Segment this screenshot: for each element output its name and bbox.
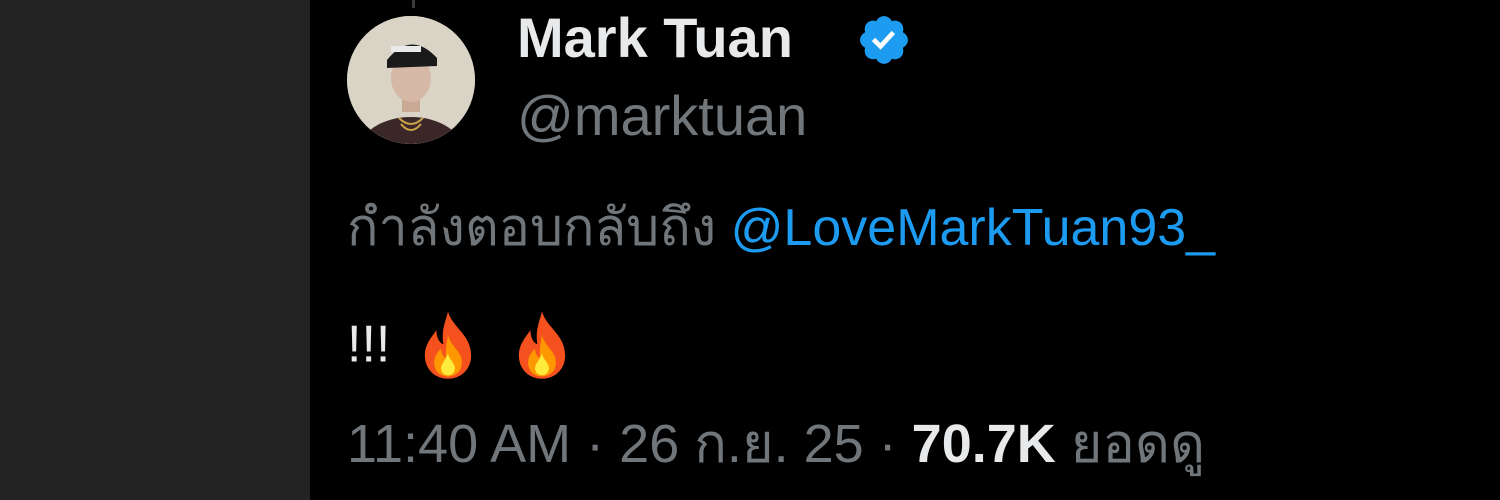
verified-badge-icon[interactable]: [856, 12, 912, 68]
meta-separator: ·: [878, 414, 897, 474]
meta-separator: ·: [586, 414, 605, 474]
tweet-text: !!!: [347, 315, 391, 374]
handle[interactable]: @marktuan: [517, 84, 807, 148]
left-gutter: [0, 0, 310, 500]
display-name[interactable]: Mark Tuan: [517, 6, 793, 70]
mention-link[interactable]: @LoveMarkTuan93_: [731, 199, 1215, 257]
replying-to-line: กำลังตอบกลับถึง @LoveMarkTuan93_: [347, 196, 1215, 260]
tweet-date[interactable]: 26 ก.ย. 25: [619, 414, 863, 474]
avatar[interactable]: [347, 16, 475, 144]
tweet-meta: 11:40 AM · 26 ก.ย. 25 · 70.7K ยอดดู: [347, 412, 1205, 476]
views-label: ยอดดู: [1070, 414, 1206, 474]
thread-line: [412, 0, 415, 8]
tweet-body: !!!: [347, 306, 579, 381]
fire-emoji-icon: [424, 311, 471, 379]
tweet-time[interactable]: 11:40 AM: [347, 414, 571, 474]
avatar-image: [347, 16, 475, 144]
views-count[interactable]: 70.7K: [912, 414, 1056, 474]
fire-emoji-icon: [519, 311, 566, 379]
replying-to-label: กำลังตอบกลับถึง: [347, 199, 717, 257]
